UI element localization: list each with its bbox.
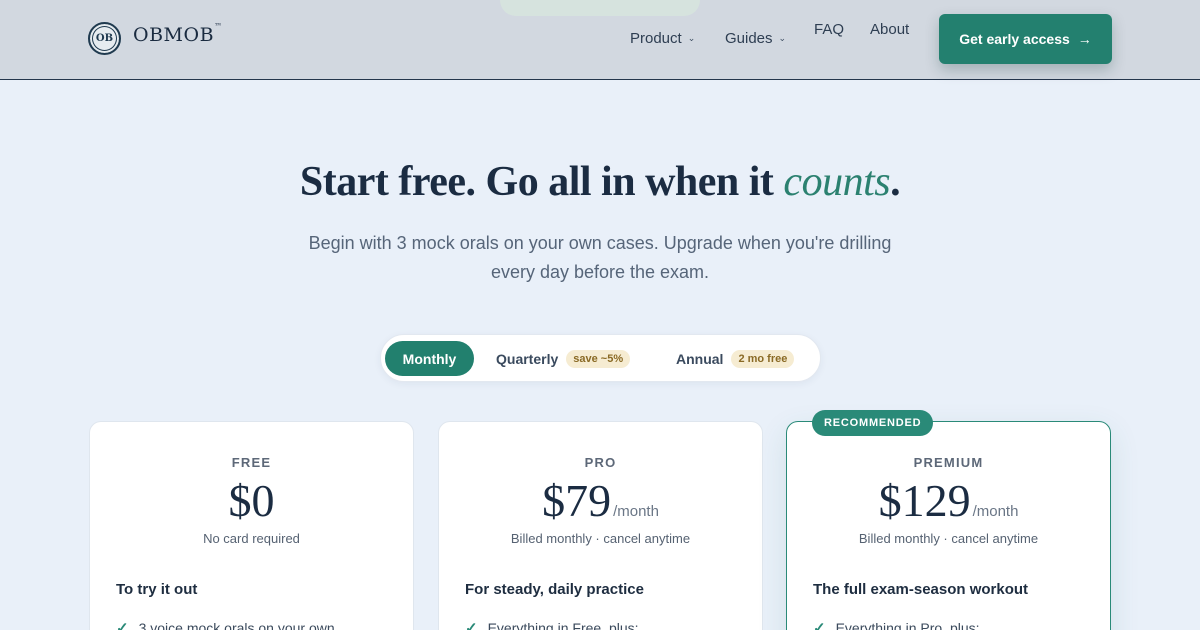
- hero-title: Start free. Go all in when it counts.: [0, 158, 1200, 206]
- chevron-down-icon: ⌄: [778, 33, 787, 43]
- billing-period-toggle: Monthly Quarterly save ~5% Annual 2 mo f…: [380, 334, 821, 382]
- brand[interactable]: OB OBMOB™: [88, 22, 223, 55]
- recommended-badge: RECOMMENDED: [812, 410, 934, 436]
- get-early-access-button[interactable]: Get early access →: [939, 14, 1112, 64]
- plan-card-premium: RECOMMENDED PREMIUM $129 /month Billed m…: [786, 410, 1111, 630]
- check-icon: ✓: [116, 620, 129, 630]
- hero-title-main: Start free. Go all in when it: [299, 159, 784, 205]
- hero-title-end: .: [890, 159, 901, 205]
- nav-product-label: Product: [630, 30, 682, 47]
- plan-heading: The full exam-season workout: [813, 581, 1029, 598]
- annual-savings-tag: 2 mo free: [731, 349, 795, 368]
- billing-option-monthly-label: Monthly: [402, 350, 457, 367]
- billing-option-quarterly[interactable]: Quarterly save ~5%: [496, 341, 631, 376]
- plan-period: /month: [972, 503, 1019, 520]
- logo-badge-icon: OB: [88, 22, 121, 55]
- hero-title-accent: counts: [783, 159, 891, 205]
- header-glow: [500, 0, 700, 16]
- plan-tier: PRO: [584, 455, 617, 470]
- nav-guides-label: Guides: [725, 30, 773, 47]
- billing-option-monthly[interactable]: Monthly: [385, 341, 474, 376]
- brand-name: OBMOB™: [133, 22, 223, 46]
- plan-card-free: FREE $0 No card required To try it out ✓…: [89, 421, 414, 630]
- plan-billing-note: Billed monthly · cancel anytime: [858, 531, 1039, 546]
- plan-tier: FREE: [231, 455, 272, 470]
- brand-name-text: OBMOB: [133, 23, 215, 46]
- plan-price: $129: [878, 475, 971, 526]
- plan-card-pro: PRO $79 /month Billed monthly · cancel a…: [438, 421, 763, 630]
- nav-guides[interactable]: Guides ⌄: [725, 30, 805, 47]
- plan-billing-note: No card required: [203, 531, 300, 546]
- plan-price: $79: [542, 475, 612, 526]
- plan-billing-note: Billed monthly · cancel anytime: [510, 531, 691, 546]
- site-header: OB OBMOB™ Product ⌄ Guides ⌄ FAQ About G…: [0, 0, 1200, 80]
- logo-initials: OB: [95, 33, 114, 44]
- billing-option-annual[interactable]: Annual 2 mo free: [676, 341, 795, 376]
- plan-feature: ✓ Everything in Pro, plus:: [813, 619, 980, 630]
- price-row: $79 /month: [439, 474, 762, 527]
- nav-about[interactable]: About: [870, 21, 930, 38]
- check-icon: ✓: [813, 620, 826, 630]
- hero-subtitle: Begin with 3 mock orals on your own case…: [308, 233, 892, 282]
- plan-feature-text: Everything in Free, plus:: [487, 620, 639, 630]
- plan-feature-text: 3 voice mock orals on your own: [138, 620, 335, 630]
- chevron-down-icon: ⌄: [687, 33, 696, 43]
- billing-option-quarterly-label: Quarterly: [496, 350, 559, 367]
- plan-heading: To try it out: [116, 581, 198, 598]
- nav-faq[interactable]: FAQ: [814, 21, 854, 38]
- check-icon: ✓: [465, 620, 478, 630]
- price-row: $129 /month: [787, 474, 1110, 527]
- nav-product[interactable]: Product ⌄: [630, 30, 710, 47]
- cta-label: Get early access: [959, 31, 1070, 47]
- plan-feature: ✓ Everything in Free, plus:: [465, 619, 639, 630]
- trademark-mark: ™: [214, 22, 223, 32]
- plan-heading: For steady, daily practice: [465, 581, 644, 598]
- plan-feature-text: Everything in Pro, plus:: [835, 620, 980, 630]
- plan-feature: ✓ 3 voice mock orals on your own: [116, 619, 335, 630]
- plan-tier: PREMIUM: [913, 455, 984, 470]
- plan-period: /month: [613, 503, 659, 520]
- price-row: $0: [90, 474, 413, 527]
- arrow-right-icon: →: [1077, 31, 1092, 47]
- plan-price: $0: [228, 475, 275, 526]
- quarterly-savings-tag: save ~5%: [566, 349, 631, 368]
- billing-option-annual-label: Annual: [676, 350, 724, 367]
